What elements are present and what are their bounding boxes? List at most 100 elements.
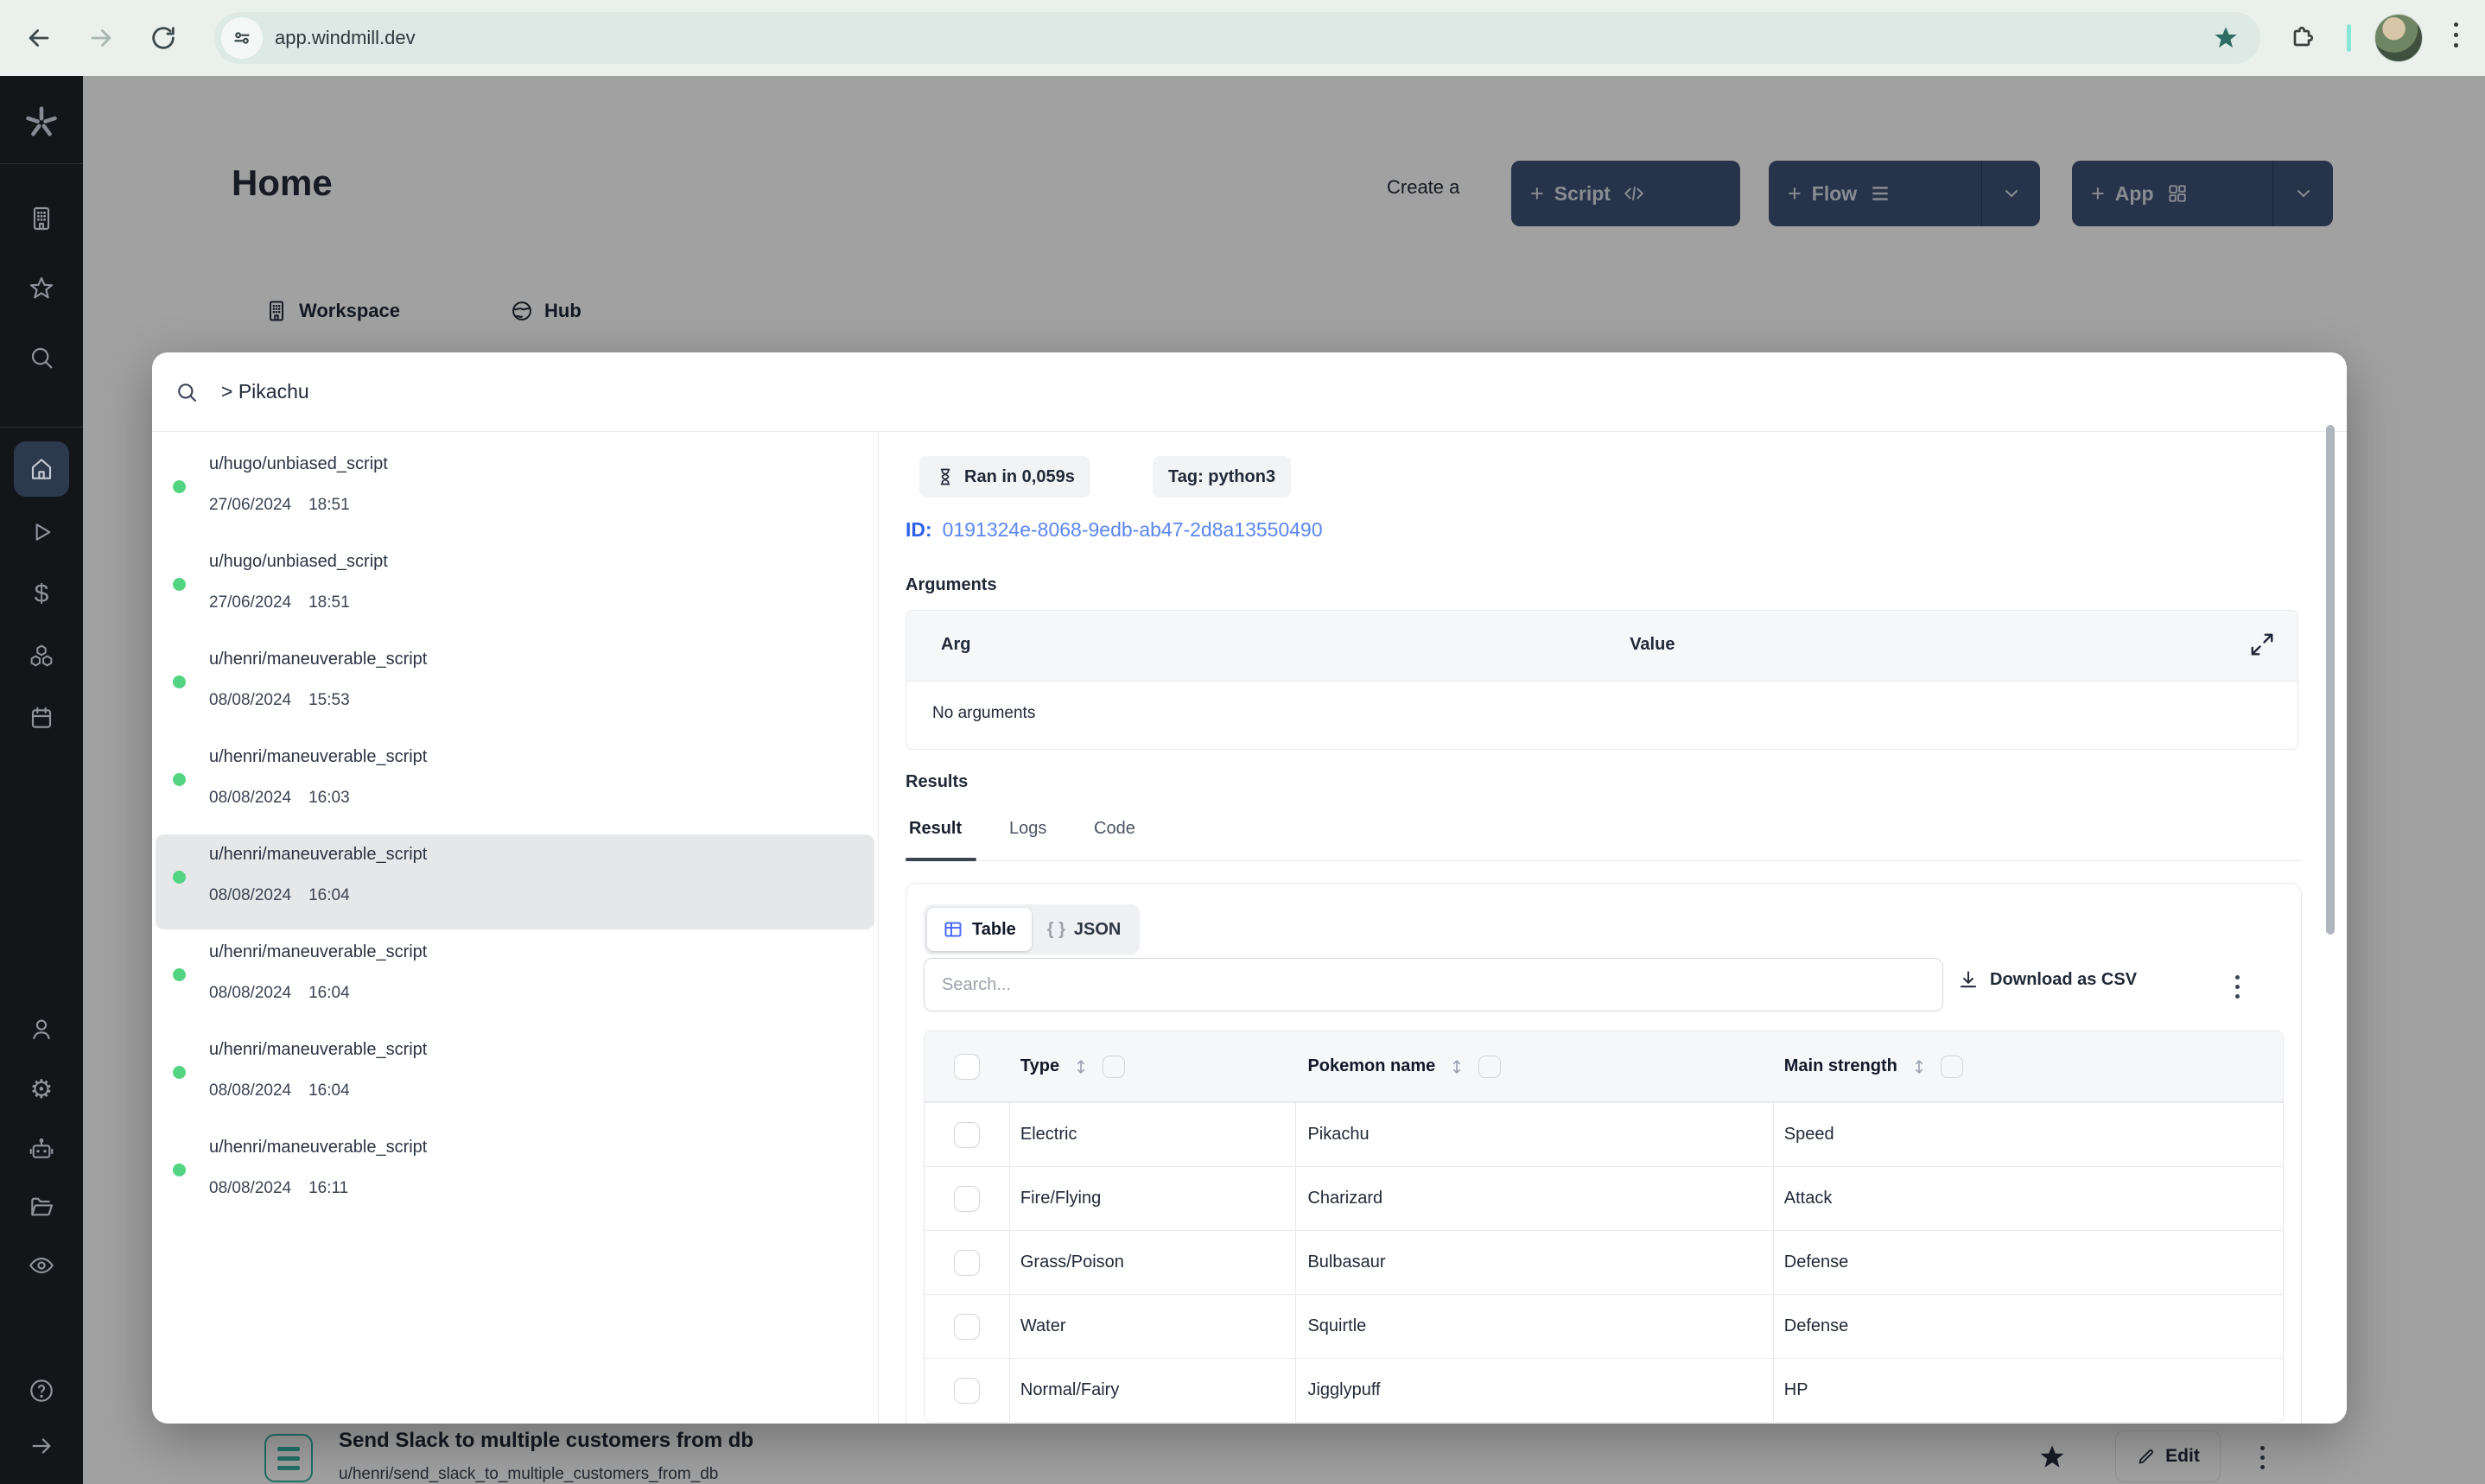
table-row[interactable]: Electric Pikachu Speed (925, 1102, 2283, 1166)
sidebar-item-users[interactable] (14, 1002, 69, 1057)
run-path: u/henri/maneuverable_script (209, 747, 428, 766)
toggle-json-label: JSON (1073, 919, 1122, 939)
cell-type: Electric (1020, 1125, 1077, 1144)
sidebar-item-schedules[interactable] (14, 690, 69, 745)
bookmark-star-icon[interactable] (2212, 24, 2240, 52)
sidebar-item-runs[interactable] (14, 504, 69, 560)
address-bar[interactable]: app.windmill.dev (214, 12, 2260, 64)
browser-menu-icon[interactable] (2454, 22, 2458, 48)
panel-divider (878, 432, 879, 1424)
run-list-item-selected[interactable]: u/henri/maneuverable_script 08/08/2024 16… (156, 834, 874, 929)
sidebar-item-search[interactable] (14, 330, 69, 385)
braces-icon: { } (1046, 919, 1065, 939)
column-pin-toggle[interactable] (1478, 1055, 1502, 1078)
row-checkbox[interactable] (953, 1121, 980, 1148)
row-checkbox[interactable] (953, 1249, 980, 1276)
table-row[interactable]: Normal/Fairy Jigglypuff HP (925, 1358, 2283, 1422)
sidebar-item-home[interactable] (14, 441, 69, 497)
run-list-item[interactable]: u/henri/maneuverable_script 08/08/2024 16… (156, 1127, 874, 1222)
sidebar-item-settings[interactable]: ⚙ (14, 1062, 69, 1118)
url-text: app.windmill.dev (275, 27, 416, 48)
run-list-item[interactable]: u/henri/maneuverable_script 08/08/2024 16… (156, 932, 874, 1027)
browser-toolbar: app.windmill.dev (0, 0, 2485, 76)
cell-strength: Defense (1783, 1316, 1849, 1335)
toggle-json[interactable]: { } JSON (1032, 908, 1137, 951)
sidebar-item-audit-logs[interactable] (14, 1238, 69, 1293)
run-list-item[interactable]: u/henri/maneuverable_script 08/08/2024 15… (156, 639, 874, 734)
extensions-puzzle-icon[interactable] (2288, 24, 2316, 52)
id-link[interactable]: 0191324e-8068-9edb-ab47-2d8a13550490 (943, 518, 1323, 541)
sidebar-item-workers[interactable] (14, 1122, 69, 1177)
download-csv-button[interactable]: Download as CSV (1957, 968, 2137, 991)
results-title: Results (906, 772, 969, 791)
back-icon[interactable] (24, 23, 54, 53)
cell-type: Fire/Flying (1020, 1189, 1102, 1208)
toggle-table[interactable]: Table (927, 908, 1032, 951)
sort-icon[interactable] (1447, 1057, 1466, 1076)
run-date: 27/06/2024 18:51 (209, 593, 350, 612)
row-checkbox[interactable] (953, 1377, 980, 1404)
modal-scrollbar[interactable] (2326, 425, 2335, 935)
cell-strength: Defense (1783, 1253, 1849, 1272)
table-row[interactable]: Water Squirtle Defense (925, 1294, 2283, 1358)
tag-badge-label: Tag: python3 (1168, 466, 1276, 486)
download-icon (1960, 971, 1977, 988)
windmill-logo-icon[interactable] (14, 95, 69, 150)
column-pin-toggle[interactable] (1940, 1055, 1963, 1078)
arguments-table-body: No arguments (906, 682, 2298, 749)
sidebar-item-variables[interactable]: $ (14, 567, 69, 622)
cell-name: Jigglypuff (1307, 1380, 1381, 1399)
tabs-border (906, 860, 2302, 861)
run-list-item[interactable]: u/henri/maneuverable_script 08/08/2024 16… (156, 1030, 874, 1125)
tab-logs[interactable]: Logs (1009, 819, 1046, 839)
run-list-item[interactable]: u/henri/maneuverable_script 08/08/2024 16… (156, 737, 874, 832)
arguments-table: Arg Value No arguments (906, 610, 2298, 750)
sidebar-item-folders[interactable] (14, 1179, 69, 1234)
success-dot-icon (173, 1164, 186, 1176)
arguments-title: Arguments (906, 575, 997, 594)
download-csv-label: Download as CSV (1990, 969, 2138, 989)
sidebar-collapse-arrow-icon[interactable] (14, 1418, 69, 1474)
run-list: u/hugo/unbiased_script 27/06/2024 18:51 u… (152, 432, 878, 1424)
reload-icon[interactable] (149, 23, 178, 53)
sidebar-item-resources[interactable] (14, 628, 69, 683)
run-list-item[interactable]: u/hugo/unbiased_script 27/06/2024 18:51 (156, 542, 874, 637)
tab-result[interactable]: Result (909, 819, 962, 839)
col-arg: Arg (941, 635, 971, 654)
result-menu-icon[interactable] (2235, 975, 2240, 999)
run-path: u/henri/maneuverable_script (209, 1040, 428, 1059)
sort-icon[interactable] (1910, 1057, 1929, 1076)
column-pin-toggle[interactable] (1103, 1055, 1126, 1078)
result-table: Type Pokemon name Main strength Electric… (924, 1031, 2284, 1423)
row-checkbox[interactable] (953, 1313, 980, 1340)
col-main-strength: Main strength (1783, 1056, 1897, 1075)
run-date: 08/08/2024 16:11 (209, 1179, 349, 1197)
sidebar-item-workspace[interactable] (14, 191, 69, 246)
sort-icon[interactable] (1071, 1057, 1090, 1076)
forward-icon[interactable] (86, 23, 116, 53)
table-row[interactable]: Grass/Poison Bulbasaur Defense (925, 1230, 2283, 1294)
avatar[interactable] (2374, 14, 2423, 62)
select-all-checkbox[interactable] (954, 1053, 981, 1080)
sidebar-item-favorites[interactable] (14, 261, 69, 316)
expand-icon[interactable] (2249, 631, 2275, 657)
table-row[interactable]: Fire/Flying Charizard Attack (925, 1166, 2283, 1230)
success-dot-icon (173, 968, 186, 981)
run-date: 08/08/2024 16:04 (209, 886, 350, 904)
site-settings-icon[interactable] (221, 17, 263, 59)
modal-search-input[interactable] (219, 379, 997, 404)
cell-strength: Attack (1783, 1189, 1833, 1208)
run-date: 08/08/2024 15:53 (209, 691, 350, 709)
row-checkbox[interactable] (953, 1185, 980, 1212)
result-search-input[interactable] (924, 958, 1943, 1012)
cell-strength: HP (1783, 1380, 1808, 1399)
run-path: u/henri/maneuverable_script (209, 845, 428, 864)
table-icon (944, 922, 962, 937)
run-list-item[interactable]: u/hugo/unbiased_script 27/06/2024 18:51 (156, 444, 874, 539)
sidebar-item-help[interactable] (14, 1363, 69, 1418)
tab-code[interactable]: Code (1094, 819, 1135, 839)
cell-name: Charizard (1307, 1189, 1383, 1208)
windmill-app: app.windmill.dev Home Create a + Script … (0, 0, 2485, 1484)
run-date: 27/06/2024 18:51 (209, 496, 350, 514)
cell-type: Grass/Poison (1020, 1253, 1124, 1272)
